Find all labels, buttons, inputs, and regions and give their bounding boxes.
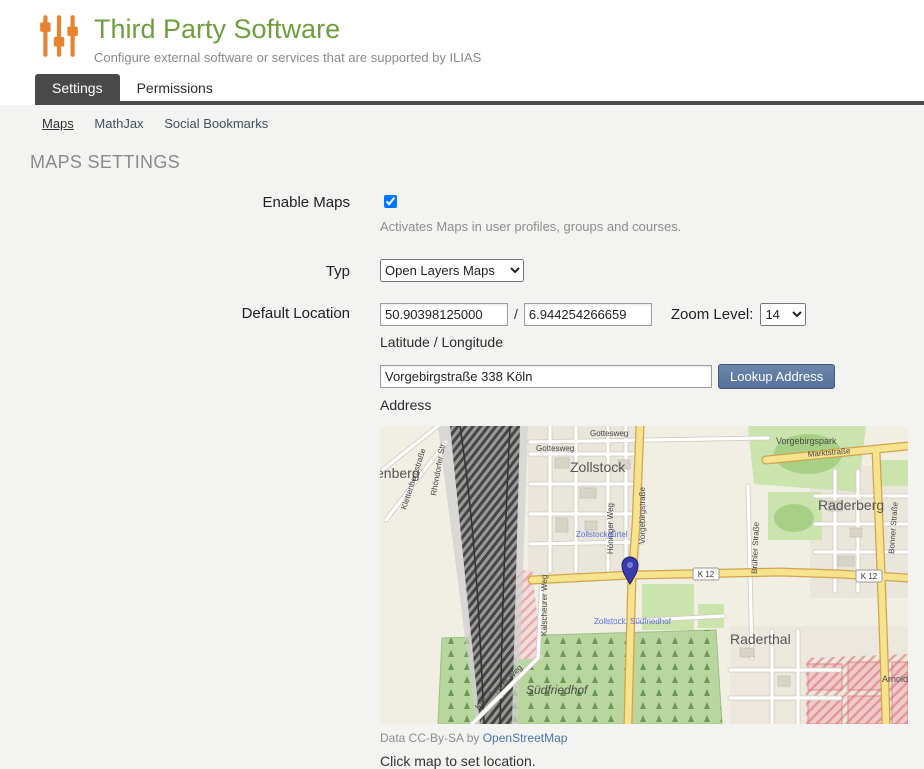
map-label-hoeninger-weg: Höninger Weg xyxy=(606,503,615,554)
latitude-input[interactable] xyxy=(380,303,508,326)
map-label-zollstockguertel: Zollstockgürtel xyxy=(576,530,628,539)
enable-maps-label: Enable Maps xyxy=(0,192,380,211)
tab-bar: Settings Permissions xyxy=(35,74,924,105)
road-badge-label: K 12 xyxy=(698,570,715,579)
address-caption: Address xyxy=(380,397,908,413)
enable-maps-help: Activates Maps in user profiles, groups … xyxy=(380,219,681,234)
longitude-input[interactable] xyxy=(524,303,652,326)
map-label-vorgebirgspark: Vorgebirgspark xyxy=(776,436,837,446)
third-party-software-icon xyxy=(36,13,82,59)
address-input[interactable] xyxy=(380,365,712,388)
default-location-label: Default Location xyxy=(0,303,380,322)
type-select[interactable]: Open Layers Maps xyxy=(380,259,524,282)
map-label-zollstock: Zollstock xyxy=(570,459,626,475)
content-area: Maps MathJax Social Bookmarks MAPS SETTI… xyxy=(0,105,924,769)
map-hint: Click map to set location. xyxy=(380,753,908,769)
default-location-row: Default Location / Zoom Level: 14 Latitu… xyxy=(0,303,924,769)
subtab-bar: Maps MathJax Social Bookmarks xyxy=(0,105,924,139)
subtab-maps[interactable]: Maps xyxy=(42,116,74,131)
type-row: Typ Open Layers Maps xyxy=(0,259,924,282)
map-label-raderthal: Raderthal xyxy=(730,631,791,647)
map-label-bruehler-strasse: Brühler Straße xyxy=(750,521,761,574)
map-label-arnoldshoehe: Arnoldshöhe xyxy=(882,674,908,684)
map-label-suedfriedhof: Südfriedhof xyxy=(526,683,589,697)
map-label-gottesweg: Gottesweg xyxy=(536,444,574,453)
location-map[interactable]: K 12 K 12 Klettenberg Klettenbergstraße … xyxy=(380,426,908,724)
page-subtitle: Configure external software or services … xyxy=(94,50,481,65)
map-label-gottesweg: Gottesweg xyxy=(590,429,628,438)
map-label-raderberg: Raderberg xyxy=(818,497,884,513)
zoom-level-select[interactable]: 14 xyxy=(760,303,806,326)
road-badge-label: K 12 xyxy=(861,572,878,581)
openstreetmap-link[interactable]: OpenStreetMap xyxy=(483,731,568,745)
map-label-vorgebirgstrasse: Vorgebirgstraße xyxy=(638,486,647,543)
page-title: Third Party Software xyxy=(94,15,481,45)
page-header: Third Party Software Configure external … xyxy=(0,0,924,74)
attribution-text: Data CC-By-SA by xyxy=(380,731,479,745)
map-attribution: Data CC-By-SA by OpenStreetMap xyxy=(380,731,908,745)
enable-maps-checkbox[interactable] xyxy=(384,195,397,208)
tab-permissions[interactable]: Permissions xyxy=(120,74,230,101)
map-label-kalscheurer-weg: Kalscheurer Weg xyxy=(540,574,549,635)
lookup-address-button[interactable]: Lookup Address xyxy=(718,364,835,389)
map-label-transit-stop: Zollstock, Südfriedhof xyxy=(594,617,672,626)
type-label: Typ xyxy=(0,259,380,280)
subtab-social-bookmarks[interactable]: Social Bookmarks xyxy=(164,116,268,131)
maps-settings-form: Enable Maps Activates Maps in user profi… xyxy=(0,192,924,769)
tab-settings[interactable]: Settings xyxy=(35,74,120,101)
enable-maps-row: Enable Maps Activates Maps in user profi… xyxy=(0,192,924,234)
subtab-mathjax[interactable]: MathJax xyxy=(94,116,143,131)
zoom-level-label: Zoom Level: xyxy=(671,306,754,323)
section-title: MAPS SETTINGS xyxy=(30,152,924,173)
latlng-caption: Latitude / Longitude xyxy=(380,334,908,350)
latlng-separator: / xyxy=(514,306,518,322)
